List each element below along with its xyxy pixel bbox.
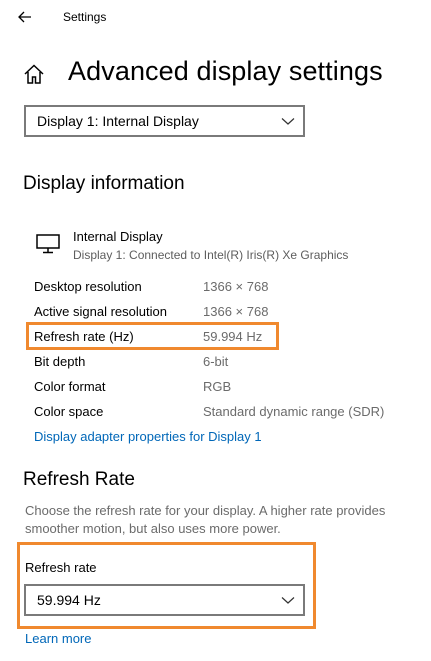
home-icon[interactable] (23, 63, 45, 85)
arrow-left-icon (18, 11, 31, 23)
chevron-down-icon (281, 118, 295, 125)
learn-more-link[interactable]: Learn more (25, 631, 91, 646)
display-adapter-properties-link[interactable]: Display adapter properties for Display 1 (34, 429, 262, 444)
page-title: Advanced display settings (68, 56, 383, 86)
info-label-active-signal-resolution: Active signal resolution (34, 304, 167, 319)
display-information-heading: Display information (23, 173, 185, 194)
monitor-name: Internal Display (73, 229, 163, 244)
info-label-refresh-rate: Refresh rate (Hz) (34, 329, 134, 344)
info-label-color-space: Color space (34, 404, 104, 419)
info-value-bit-depth: 6-bit (203, 354, 229, 369)
display-select-value: Display 1: Internal Display (37, 113, 199, 129)
display-select-dropdown[interactable]: Display 1: Internal Display (24, 105, 305, 137)
info-value-active-signal-resolution: 1366 × 768 (203, 304, 269, 319)
refresh-rate-dropdown[interactable]: 59.994 Hz (24, 584, 305, 616)
info-value-color-format: RGB (203, 379, 232, 394)
info-value-refresh-rate: 59.994 Hz (203, 329, 263, 344)
refresh-rate-field-label: Refresh rate (25, 560, 97, 575)
refresh-rate-heading: Refresh Rate (23, 469, 135, 490)
monitor-connection-info: Display 1: Connected to Intel(R) Iris(R)… (73, 248, 349, 262)
monitor-icon (36, 234, 60, 254)
info-value-color-space: Standard dynamic range (SDR) (203, 404, 385, 419)
settings-window: Settings Advanced display settings Displ… (0, 0, 431, 661)
info-label-bit-depth: Bit depth (34, 354, 86, 369)
refresh-rate-description: Choose the refresh rate for your display… (25, 503, 386, 536)
refresh-rate-selected-value: 59.994 Hz (37, 592, 101, 608)
back-button[interactable] (8, 2, 42, 32)
info-label-desktop-resolution: Desktop resolution (34, 279, 142, 294)
info-label-color-format: Color format (34, 379, 106, 394)
chevron-down-icon (281, 597, 295, 604)
window-title: Settings (63, 10, 107, 24)
info-value-desktop-resolution: 1366 × 768 (203, 279, 269, 294)
